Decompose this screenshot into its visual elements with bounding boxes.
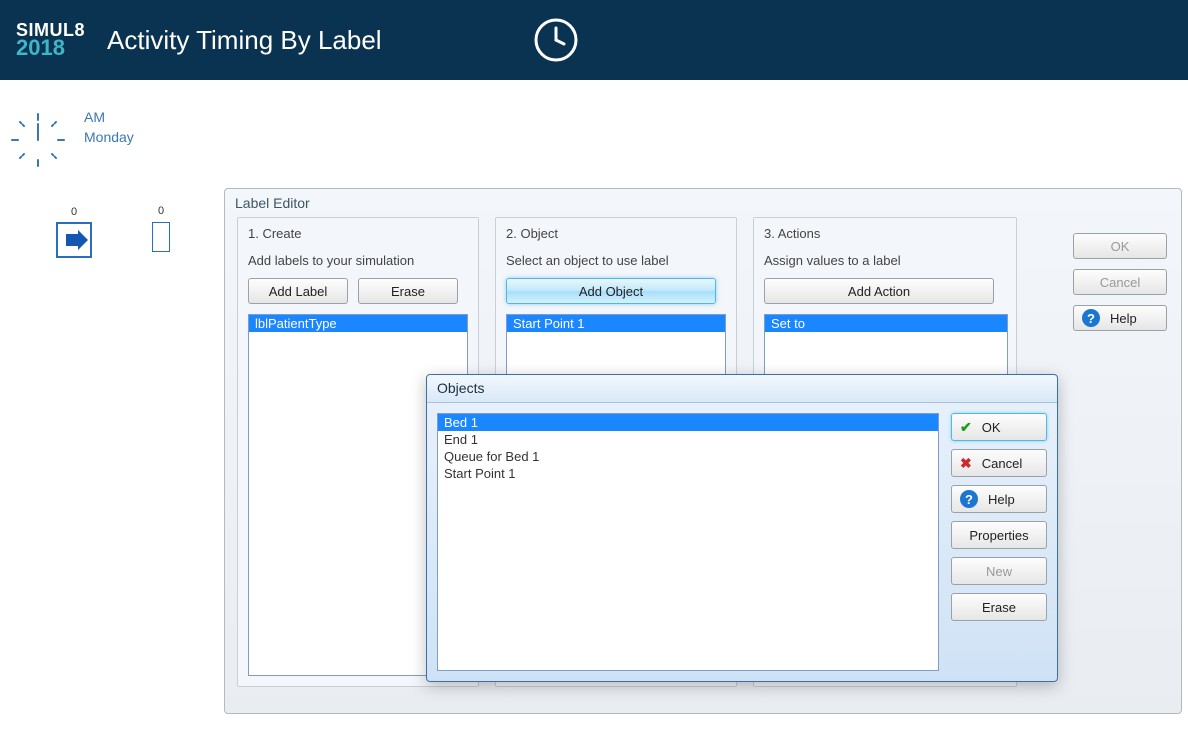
help-icon: ? [960, 490, 978, 508]
startpoint-count: 0 [71, 206, 77, 218]
ok-button-label: OK [982, 420, 1001, 435]
queue-object[interactable]: 0 [152, 222, 170, 252]
app-header: SIMUL8 2018 Activity Timing By Label [0, 0, 1188, 80]
x-icon: ✖ [960, 455, 972, 472]
panel-actions-subtext: Assign values to a label [764, 253, 1006, 268]
label-editor-title: Label Editor [225, 189, 1181, 217]
page-title: Activity Timing By Label [107, 25, 382, 56]
app-logo: SIMUL8 2018 [16, 21, 85, 59]
add-label-button[interactable]: Add Label [248, 278, 348, 304]
list-item[interactable]: Start Point 1 [438, 465, 938, 482]
sim-canvas: 0 0 [56, 222, 170, 258]
objects-ok-button[interactable]: ✔ OK [951, 413, 1047, 441]
list-item[interactable]: Bed 1 [438, 414, 938, 431]
clock-icon [532, 16, 580, 64]
objects-new-button[interactable]: New [951, 557, 1047, 585]
panel-object-subtext: Select an object to use label [506, 253, 726, 268]
list-item[interactable]: Set to [765, 315, 1007, 332]
label-editor-ok-button[interactable]: OK [1073, 233, 1167, 259]
list-item[interactable]: Start Point 1 [507, 315, 725, 332]
list-item[interactable]: End 1 [438, 431, 938, 448]
label-editor-help-button[interactable]: ? Help [1073, 305, 1167, 331]
objects-dialog-title: Objects [427, 375, 1057, 403]
label-editor-cancel-button[interactable]: Cancel [1073, 269, 1167, 295]
objects-dialog: Objects Bed 1 End 1 Queue for Bed 1 Star… [426, 374, 1058, 682]
sim-clock-text: AM Monday [84, 108, 134, 147]
arrow-right-icon [58, 224, 90, 256]
panel-create-heading: 1. Create [248, 226, 468, 241]
sim-period: AM [84, 108, 134, 128]
sim-clock-icon [8, 110, 68, 170]
objects-properties-button[interactable]: Properties [951, 521, 1047, 549]
sim-day: Monday [84, 128, 134, 148]
queue-count: 0 [158, 205, 164, 217]
panel-object-heading: 2. Object [506, 226, 726, 241]
panel-create-subtext: Add labels to your simulation [248, 253, 468, 268]
objects-dialog-buttons: ✔ OK ✖ Cancel ? Help Properties New Eras… [951, 413, 1047, 671]
cancel-button-label: Cancel [982, 456, 1022, 471]
add-action-button[interactable]: Add Action [764, 278, 994, 304]
objects-dialog-listbox[interactable]: Bed 1 End 1 Queue for Bed 1 Start Point … [437, 413, 939, 671]
brand-year: 2018 [16, 37, 65, 59]
help-button-label: Help [988, 492, 1015, 507]
startpoint-object[interactable]: 0 [56, 222, 92, 258]
list-item[interactable]: Queue for Bed 1 [438, 448, 938, 465]
objects-erase-button[interactable]: Erase [951, 593, 1047, 621]
erase-label-button[interactable]: Erase [358, 278, 458, 304]
help-icon: ? [1082, 309, 1100, 327]
list-item[interactable]: lblPatientType [249, 315, 467, 332]
add-object-button[interactable]: Add Object [506, 278, 716, 304]
objects-cancel-button[interactable]: ✖ Cancel [951, 449, 1047, 477]
panel-actions-heading: 3. Actions [764, 226, 1006, 241]
objects-help-button[interactable]: ? Help [951, 485, 1047, 513]
label-editor-side-buttons: OK Cancel ? Help [1073, 233, 1167, 331]
check-icon: ✔ [960, 419, 972, 436]
help-button-label: Help [1110, 311, 1137, 326]
